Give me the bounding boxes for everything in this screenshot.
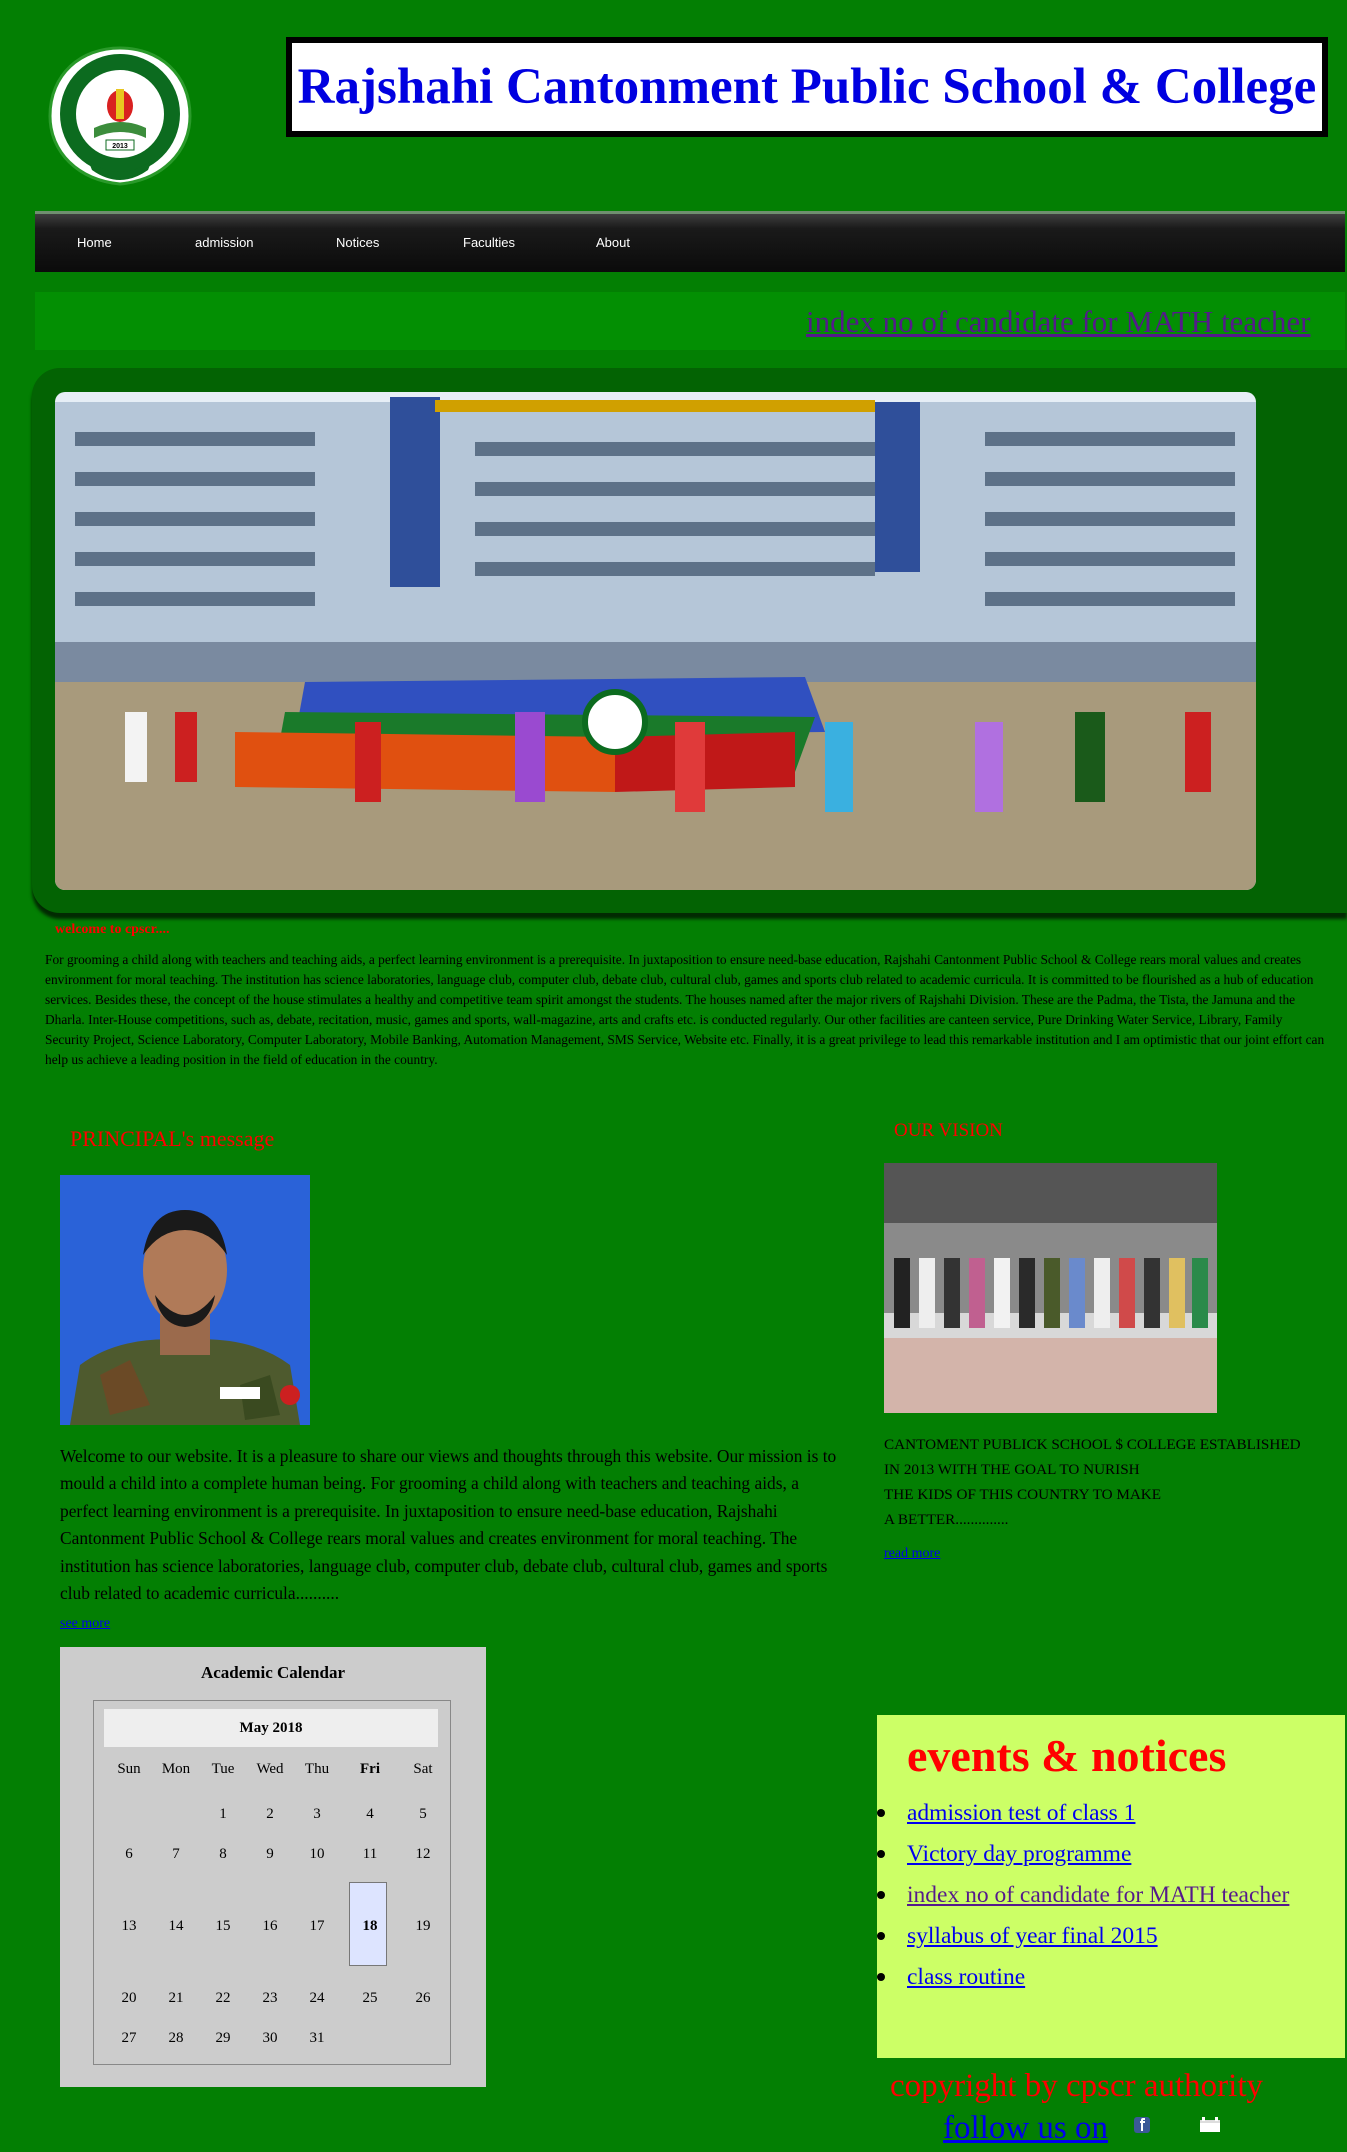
calendar-day-header: Wed: [256, 1761, 284, 1777]
school-logo: 2013: [44, 44, 196, 188]
vision-line: A BETTER..............: [884, 1511, 1009, 1528]
calendar-day[interactable]: 4: [348, 1806, 392, 1823]
vision-group-photo: [884, 1163, 1217, 1413]
site-title-box: Rajshahi Cantonment Public School & Coll…: [286, 37, 1328, 137]
calendar-day[interactable]: 21: [154, 1990, 198, 2007]
calendar-day[interactable]: 29: [201, 2030, 245, 2047]
calendar-day[interactable]: 30: [248, 2030, 292, 2047]
see-more-link[interactable]: see more: [60, 1616, 110, 1632]
calendar-day[interactable]: 11: [348, 1846, 392, 1863]
calendar-day[interactable]: 15: [201, 1918, 245, 1935]
calendar-day[interactable]: 3: [295, 1806, 339, 1823]
calendar-day[interactable]: 6: [107, 1846, 151, 1863]
vision-line: CANTOMENT PUBLICK SCHOOL $ COLLEGE ESTAB…: [884, 1436, 1301, 1453]
list-item: syllabus of year final 2015: [876, 1916, 1289, 1957]
calendar-day-header: Sat: [413, 1761, 433, 1777]
logo-year: 2013: [112, 143, 128, 150]
nav-home[interactable]: Home: [77, 214, 112, 272]
welcome-text: For grooming a child along with teachers…: [45, 952, 1325, 1067]
nav-about[interactable]: About: [596, 214, 630, 272]
nav-faculties[interactable]: Faculties: [463, 214, 515, 272]
academic-calendar: Academic Calendar May 2018 Sun Mon Tue Wed T…: [60, 1647, 486, 2087]
calendar-day[interactable]: 24: [295, 1990, 339, 2007]
list-item: class routine: [876, 1957, 1289, 1998]
calendar-day-header: Fri: [360, 1761, 380, 1777]
calendar-day[interactable]: 23: [248, 1990, 292, 2007]
calendar-day[interactable]: 17: [295, 1918, 339, 1935]
social-icon[interactable]: [1199, 2117, 1221, 2133]
calendar-day[interactable]: 25: [348, 1990, 392, 2007]
read-more-link[interactable]: read more: [884, 1546, 940, 1562]
principal-photo: [60, 1175, 310, 1425]
calendar-day[interactable]: 20: [107, 1990, 151, 2007]
event-link[interactable]: class routine: [907, 1964, 1025, 1990]
copyright-text: copyright by cpscr authority: [890, 2068, 1263, 2104]
calendar-day[interactable]: 2: [248, 1806, 292, 1823]
events-list: admission test of class 1 Victory day pr…: [876, 1793, 1289, 1998]
calendar-month: May 2018: [104, 1709, 438, 1747]
principal-heading: PRINCIPAL's message: [70, 1126, 275, 1151]
calendar-day[interactable]: 8: [201, 1846, 245, 1863]
calendar-day[interactable]: 1: [201, 1806, 245, 1823]
events-heading: events & notices: [907, 1730, 1227, 1781]
nav-notices[interactable]: Notices: [336, 214, 379, 272]
calendar-day[interactable]: 27: [107, 2030, 151, 2047]
marquee-link[interactable]: index no of candidate for MATH teacher: [806, 304, 1310, 340]
facebook-icon[interactable]: [1134, 2117, 1150, 2133]
main-navigation: Home admission Notices Faculties About: [35, 211, 1345, 272]
calendar-day[interactable]: 5: [401, 1806, 445, 1823]
calendar-day[interactable]: 28: [154, 2030, 198, 2047]
calendar-day[interactable]: 22: [201, 1990, 245, 2007]
vision-line: IN 2013 WITH THE GOAL TO NURISH: [884, 1461, 1140, 1478]
welcome-heading: welcome to cpscr....: [55, 922, 170, 937]
calendar-day[interactable]: 18: [348, 1918, 392, 1935]
vision-text: CANTOMENT PUBLICK SCHOOL $ COLLEGE ESTAB…: [884, 1432, 1334, 1532]
calendar-day[interactable]: 14: [154, 1918, 198, 1935]
calendar-day[interactable]: 31: [295, 2030, 339, 2047]
principal-message: Welcome to our website. It is a pleasure…: [60, 1446, 837, 1604]
calendar-day[interactable]: 7: [154, 1846, 198, 1863]
event-link[interactable]: syllabus of year final 2015: [907, 1923, 1158, 1949]
calendar-day[interactable]: 26: [401, 1990, 445, 2007]
vision-line: THE KIDS OF THIS COUNTRY TO MAKE: [884, 1486, 1162, 1503]
vision-heading: OUR VISION: [894, 1120, 1003, 1141]
list-item: Victory day programme: [876, 1834, 1289, 1875]
event-link[interactable]: index no of candidate for MATH teacher: [907, 1882, 1289, 1908]
calendar-day-header: Sun: [117, 1761, 141, 1777]
calendar-day[interactable]: 13: [107, 1918, 151, 1935]
calendar-day[interactable]: 12: [401, 1846, 445, 1863]
campus-banner-image: [55, 392, 1256, 890]
event-link[interactable]: admission test of class 1: [907, 1800, 1135, 1826]
news-marquee: index no of candidate for MATH teacher: [35, 292, 1345, 350]
calendar-day-header: Thu: [304, 1761, 330, 1777]
calendar-grid: May 2018 Sun Mon Tue Wed Thu Fri Sat 1 2 3 4 5 6 7 8 9 1…: [93, 1700, 451, 2065]
calendar-day-header: Mon: [161, 1761, 191, 1777]
calendar-day[interactable]: 10: [295, 1846, 339, 1863]
calendar-day[interactable]: 16: [248, 1918, 292, 1935]
events-notices-panel: events & notices admission test of class…: [876, 1715, 1345, 2058]
site-title: Rajshahi Cantonment Public School & Coll…: [297, 59, 1317, 115]
list-item: admission test of class 1: [876, 1793, 1289, 1834]
event-link[interactable]: Victory day programme: [907, 1841, 1131, 1867]
calendar-day-header: Tue: [211, 1761, 235, 1777]
calendar-day[interactable]: 19: [401, 1918, 445, 1935]
calendar-day[interactable]: 9: [248, 1846, 292, 1863]
calendar-title: Academic Calendar: [200, 1663, 345, 1682]
nav-admission[interactable]: admission: [195, 214, 254, 272]
follow-us-link[interactable]: follow us on: [943, 2110, 1108, 2147]
list-item: index no of candidate for MATH teacher: [876, 1875, 1289, 1916]
